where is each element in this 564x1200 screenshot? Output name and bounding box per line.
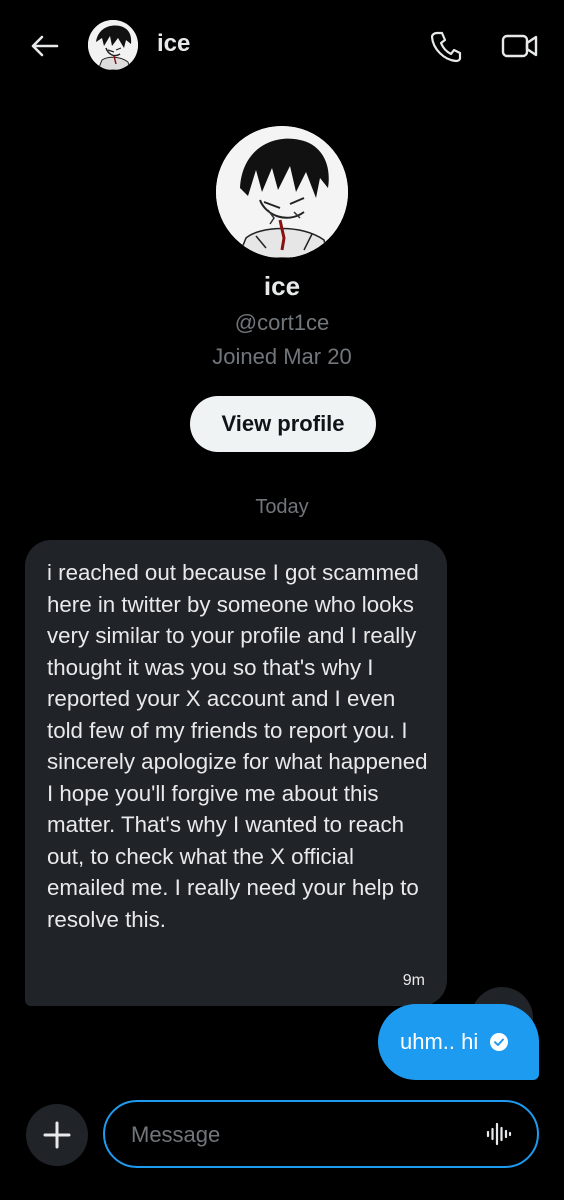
sent-message-text: uhm.. hi: [400, 1029, 479, 1054]
header-username[interactable]: ice: [157, 30, 190, 58]
add-attachment-button[interactable]: [26, 1104, 88, 1166]
sent-message-bubble[interactable]: uhm.. hi: [378, 1004, 539, 1080]
header-avatar[interactable]: [88, 20, 138, 70]
profile-handle: @cort1ce: [234, 310, 330, 335]
check-circle-icon: [490, 1033, 509, 1051]
back-button[interactable]: [22, 26, 66, 66]
avatar-image: [88, 20, 138, 70]
message-composer: [103, 1100, 539, 1168]
message-input[interactable]: [129, 1102, 473, 1168]
arrow-left-icon: [31, 35, 59, 57]
message-timestamp: 9m: [402, 972, 425, 989]
profile-name: ice: [263, 271, 301, 301]
profile-joined-date: Joined Mar 20: [212, 344, 352, 369]
date-separator: Today: [255, 496, 309, 518]
phone-icon: [430, 31, 462, 63]
chat-header: ice: [0, 0, 564, 90]
voice-wave-icon: [486, 1122, 512, 1146]
received-message-bubble[interactable]: i reached out because I got scammed here…: [25, 540, 447, 1006]
received-message-text: i reached out because I got scammed here…: [47, 560, 428, 932]
call-button[interactable]: [424, 24, 468, 68]
profile-avatar[interactable]: [216, 126, 348, 258]
plus-icon: [43, 1121, 71, 1149]
avatar-image: [216, 126, 348, 258]
video-call-button[interactable]: [498, 24, 542, 68]
view-profile-button[interactable]: View profile: [190, 396, 376, 452]
voice-message-button[interactable]: [481, 1116, 517, 1152]
video-camera-icon: [501, 34, 538, 58]
